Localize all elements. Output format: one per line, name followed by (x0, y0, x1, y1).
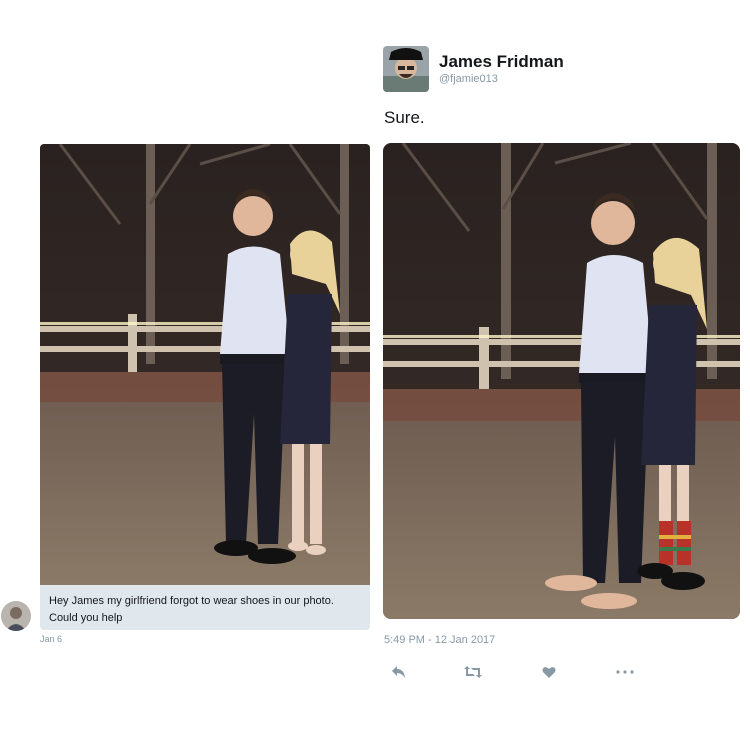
author-handle[interactable]: @fjamie013 (439, 73, 498, 85)
sender-avatar[interactable] (1, 601, 31, 631)
author-name[interactable]: James Fridman (439, 52, 564, 72)
tweet-photo[interactable] (383, 143, 740, 619)
tweet-actions (384, 660, 634, 684)
more-icon (616, 670, 634, 674)
reply-button[interactable] (386, 660, 412, 684)
dm-message-bubble: Hey James my girlfriend forgot to wear s… (40, 585, 370, 630)
more-button[interactable] (612, 660, 638, 684)
dm-message-text: Hey James my girlfriend forgot to wear s… (49, 595, 334, 624)
retweet-icon (463, 665, 483, 679)
retweet-button[interactable] (460, 660, 486, 684)
dm-date: Jan 6 (40, 634, 63, 644)
like-button[interactable] (536, 660, 562, 684)
tweet-text: Sure. (384, 108, 425, 127)
heart-icon (542, 666, 556, 679)
tweet-timestamp[interactable]: 5:49 PM - 12 Jan 2017 (384, 634, 495, 646)
dm-photo[interactable] (40, 144, 370, 585)
author-avatar[interactable] (383, 46, 429, 92)
reply-icon (391, 665, 407, 679)
